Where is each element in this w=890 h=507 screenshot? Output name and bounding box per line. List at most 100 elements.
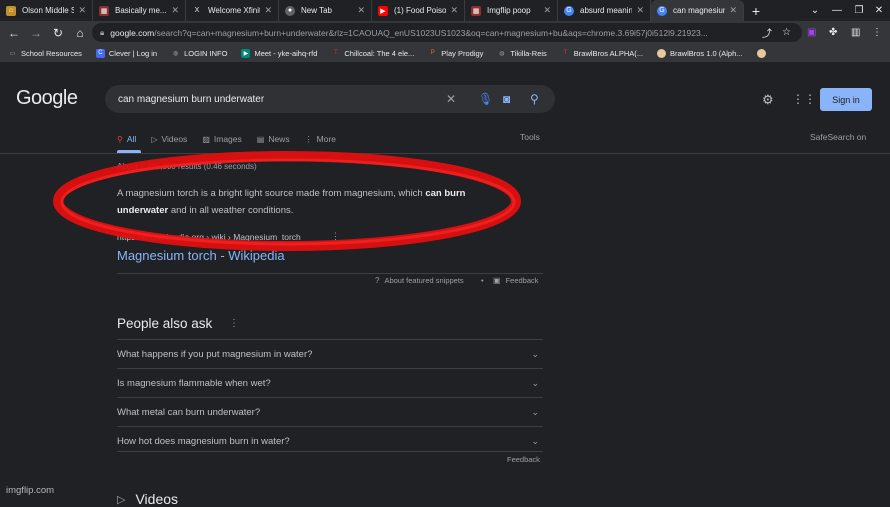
result-title-link[interactable]: Magnesium torch - Wikipedia (117, 248, 285, 263)
close-icon[interactable]: ✕ (357, 5, 365, 16)
browser-tab[interactable]: ▦ Basically me... ✕ (93, 0, 186, 21)
minimize-icon[interactable]: — (826, 0, 848, 21)
url-path: /search?q=can+magnesium+burn+underwater&… (154, 27, 708, 38)
google-logo[interactable]: Google (16, 87, 78, 110)
chevron-down-icon[interactable]: ⌄ (804, 0, 826, 21)
browser-tab[interactable]: ▶(1) Food Poisoning✕ (372, 0, 465, 21)
close-icon[interactable]: ✕ (171, 5, 179, 16)
search-icon: ⚲ (117, 134, 123, 144)
bookmark-item[interactable]: P Play Prodigy (428, 49, 484, 58)
new-tab-button[interactable]: + (744, 0, 768, 21)
bookmark-item[interactable]: ▶ Meet - yke-aihq-rfd (241, 48, 317, 58)
bookmark-item[interactable]: ◍ LOGIN INFO (171, 49, 227, 58)
apps-grid-icon[interactable]: ⋮⋮ (792, 92, 816, 106)
close-icon[interactable]: ✕ (450, 5, 458, 16)
address-bar[interactable]: 🔒︎ google.com /search?q=can+magnesium+bu… (92, 23, 802, 42)
chrome-icon: ● (285, 5, 295, 16)
pin-icon: T (334, 50, 338, 56)
gear-icon[interactable]: ⚙ (762, 92, 774, 108)
close-icon[interactable]: ✕ (636, 5, 644, 16)
google-icon: G (657, 5, 667, 16)
search-query: can magnesium burn underwater (118, 93, 265, 105)
browser-tab[interactable]: ▦ Imgflip poop ✕ (465, 0, 558, 21)
menu-icon[interactable]: ⋮ (872, 23, 882, 42)
pin-icon: T (563, 50, 568, 56)
clear-icon[interactable]: ✕ (446, 85, 456, 113)
paa-question[interactable]: Is magnesium flammable when wet? ⌄ (117, 368, 543, 397)
result-url[interactable]: https://en.wikipedia.org › wiki › Magnes… (117, 232, 301, 242)
bookmark-item[interactable]: BrawlBros 1.0 (Alph... (657, 48, 743, 58)
chevron-down-icon: ⌄ (531, 348, 539, 359)
close-icon[interactable]: ✕ (264, 5, 272, 16)
image-icon: ▨ (202, 134, 210, 144)
camera-icon[interactable]: ◙ (503, 85, 510, 113)
reload-icon[interactable]: ↻ (47, 22, 69, 44)
feedback-link[interactable]: ▣ Feedback (493, 276, 539, 285)
imgflip-icon: ▦ (99, 5, 109, 16)
back-icon[interactable]: ← (3, 22, 25, 44)
paa-question[interactable]: What metal can burn underwater? ⌄ (117, 397, 543, 426)
school-icon: ⌂ (6, 5, 16, 16)
extension-icon[interactable]: ▣ (807, 23, 816, 42)
tab-more[interactable]: ⋮ More (305, 132, 336, 146)
bookmark-item[interactable]: C Clever | Log in (95, 48, 157, 58)
lock-icon[interactable]: 🔒︎ (100, 28, 104, 38)
close-icon[interactable]: ✕ (729, 5, 737, 16)
maximize-icon[interactable]: ❐ (848, 0, 870, 21)
more-icon: ⋮ (304, 134, 313, 144)
bookmark-item[interactable]: ◍ Tikilla-Reis (497, 49, 547, 58)
safesearch-toggle[interactable]: SafeSearch on (810, 132, 866, 142)
puzzle-icon[interactable]: ✤ (829, 23, 837, 42)
youtube-icon: ▶ (378, 5, 388, 16)
news-icon: ▤ (256, 134, 265, 144)
meet-icon: ▶ (241, 48, 251, 58)
divider (117, 451, 543, 452)
browser-tab[interactable]: ⌂Olson Middle Sch✕ (0, 0, 93, 21)
microphone-icon[interactable]: 🎙︎ (478, 85, 493, 113)
close-window-icon[interactable]: ✕ (868, 0, 890, 21)
separator-dot: • (481, 276, 484, 285)
imgflip-icon: ▦ (471, 5, 481, 16)
close-icon[interactable]: ✕ (543, 5, 551, 16)
more-options-icon[interactable]: ⋮ (331, 231, 340, 242)
browser-tab-active[interactable]: Gcan magnesium ✕ (651, 0, 744, 21)
chevron-down-icon: ⌄ (531, 406, 539, 417)
help-icon: ? (375, 276, 380, 285)
tab-videos[interactable]: ▷ Videos (151, 132, 187, 146)
people-also-ask-heading: People also ask (117, 316, 213, 331)
video-icon: ▷ (117, 493, 126, 506)
tab-all[interactable]: ⚲ All (117, 132, 136, 146)
more-options-icon[interactable]: ⋮ (229, 318, 239, 329)
feedback-link[interactable]: Feedback (507, 455, 540, 464)
search-icon[interactable]: ⚲ (530, 85, 539, 113)
tab-news[interactable]: ▤ News (257, 132, 290, 146)
search-tabs: ⚲ All ▷ Videos ▨ Images ▤ News ⋮ More (117, 132, 351, 146)
browser-tab[interactable]: X Welcome Xfinity ✕ (186, 0, 279, 21)
results-count: About 1,400,000 results (0.46 seconds) (117, 162, 257, 171)
egg-icon (657, 48, 666, 58)
browser-tab[interactable]: ● New Tab ✕ (279, 0, 372, 21)
tools-button[interactable]: Tools (520, 132, 540, 142)
bookmark-item[interactable]: T Chillcoal: The 4 ele... (331, 49, 414, 58)
sign-in-button[interactable]: Sign in (820, 88, 872, 111)
bookmark-item[interactable]: T BrawlBros ALPHA(... (561, 49, 643, 58)
paa-question[interactable]: What happens if you put magnesium in wat… (117, 339, 543, 368)
bookmark-item[interactable]: ▭ School Resources (8, 49, 82, 58)
tab-images[interactable]: ▨ Images (202, 132, 241, 146)
share-icon[interactable]: ⤴ (762, 23, 772, 42)
search-results-page: Google can magnesium burn underwater ✕ 🎙… (0, 63, 890, 507)
video-icon: ▷ (151, 134, 158, 144)
home-icon[interactable]: ⌂ (69, 22, 91, 44)
about-featured-snippets[interactable]: ? About featured snippets (375, 276, 464, 285)
featured-snippet-text: A magnesium torch is a bright light sour… (117, 188, 466, 216)
bookmark-item[interactable] (756, 48, 770, 58)
close-icon[interactable]: ✕ (78, 5, 86, 16)
bookmark-star-icon[interactable]: ☆ (782, 23, 791, 42)
egg-icon (756, 48, 766, 58)
globe-icon: ◍ (499, 50, 505, 57)
sidebar-icon[interactable]: ▥ (851, 23, 860, 42)
browser-tab[interactable]: Gabsurd meaning ✕ (558, 0, 651, 21)
forward-icon[interactable]: → (25, 22, 47, 44)
google-icon: G (564, 5, 574, 16)
prodigy-icon: P (430, 50, 435, 56)
